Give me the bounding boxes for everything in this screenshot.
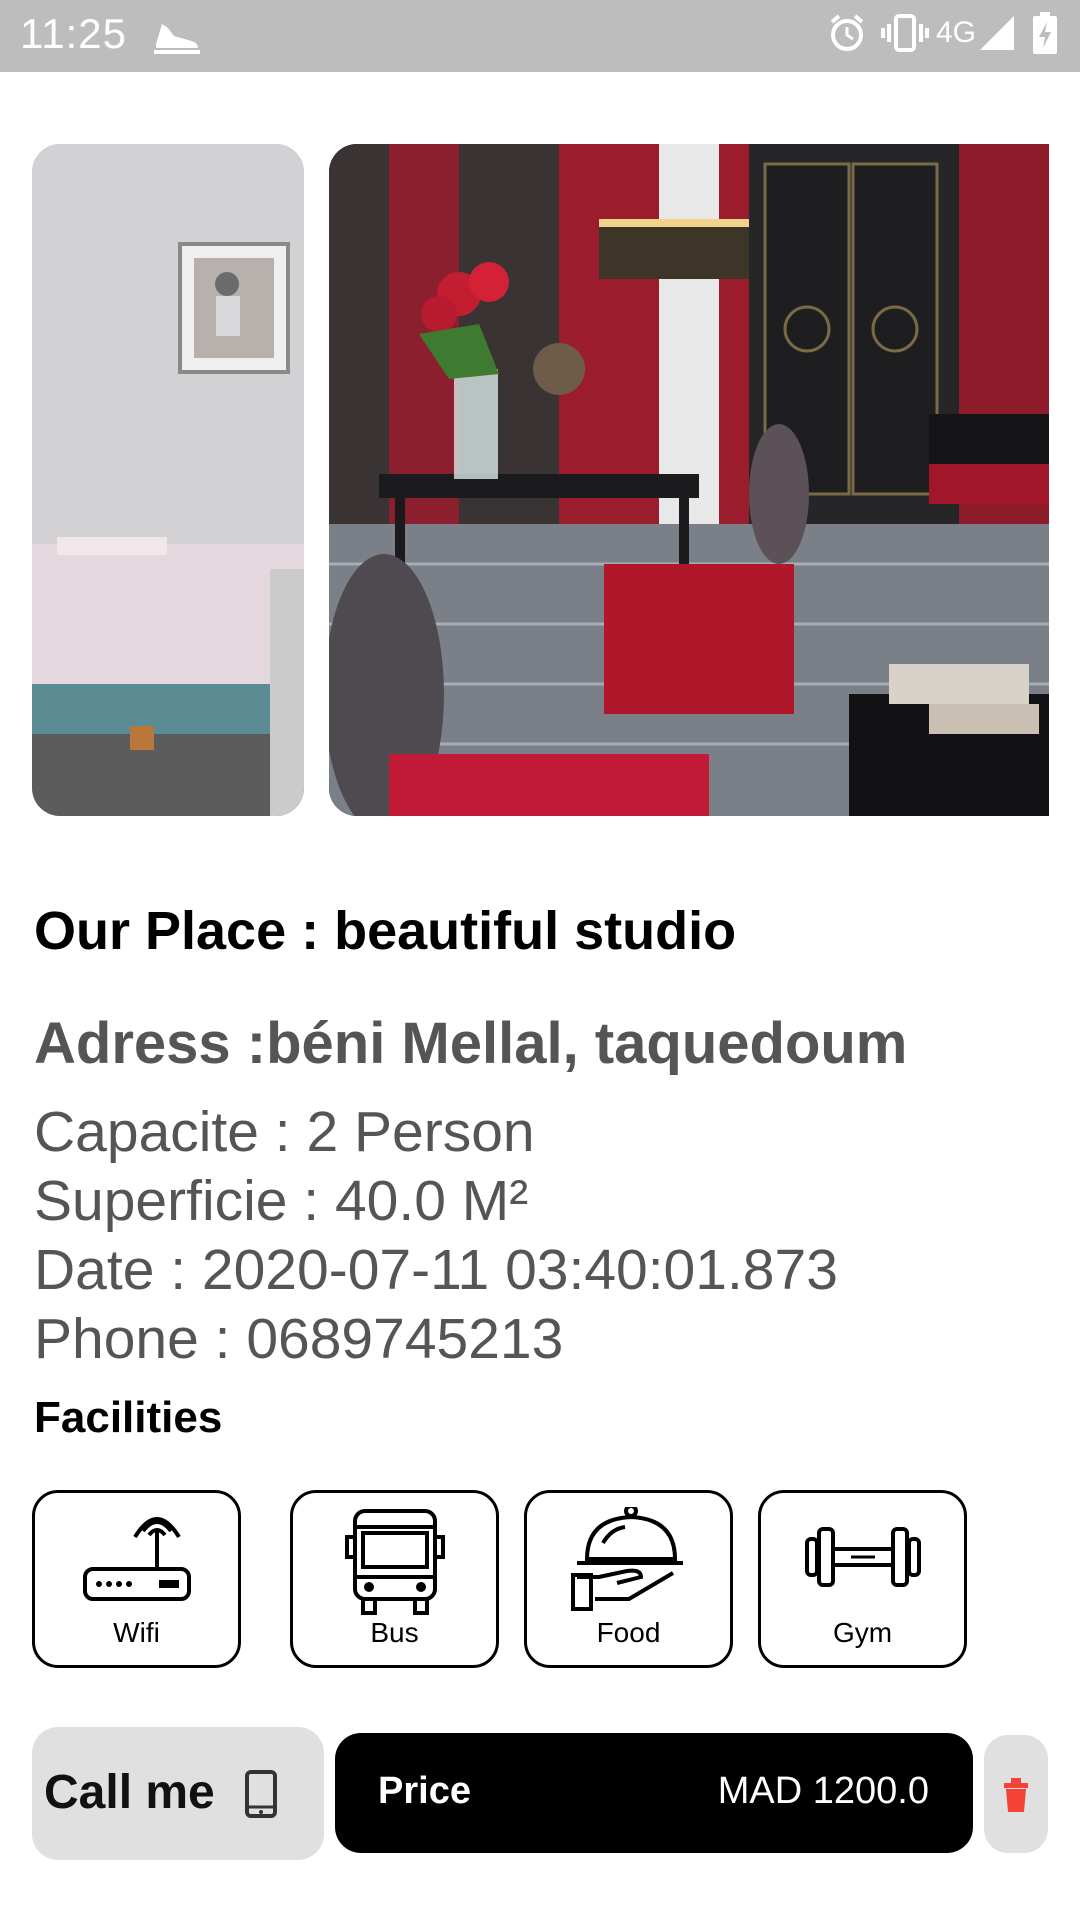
dumbbell-icon: [804, 1527, 921, 1587]
price-value: MAD 1200.0: [717, 1770, 929, 1812]
capacity-text: Capacite : 2 Person: [34, 1100, 535, 1164]
call-me-button[interactable]: Call me: [32, 1727, 324, 1860]
price-label: Price: [378, 1770, 471, 1812]
status-time: 11:25: [20, 10, 127, 57]
facility-wifi[interactable]: Wifi: [32, 1490, 241, 1668]
price-bar: Price MAD 1200.0: [335, 1733, 973, 1853]
call-me-label: Call me: [44, 1766, 215, 1819]
place-address: Adress :béni Mellal, taquedoum: [34, 1011, 908, 1076]
running-shoe-icon: [152, 14, 202, 61]
delete-button[interactable]: [984, 1735, 1048, 1853]
facility-gym[interactable]: Gym: [758, 1490, 967, 1668]
facility-label: Wifi: [113, 1617, 160, 1648]
facility-bus[interactable]: Bus: [290, 1490, 499, 1668]
place-title: Our Place : beautiful studio: [34, 901, 737, 961]
smartphone-icon: [245, 1770, 277, 1818]
vibrate-icon: [880, 12, 930, 59]
facility-label: Bus: [370, 1617, 419, 1648]
facility-label: Food: [596, 1617, 661, 1648]
hotel-room-bed-photo[interactable]: [32, 144, 304, 816]
alarm-icon: [826, 12, 868, 59]
date-text: Date : 2020-07-11 03:40:01.873: [34, 1238, 838, 1302]
phone-text: Phone : 0689745213: [34, 1307, 564, 1371]
facility-food[interactable]: Food: [524, 1490, 733, 1668]
photo-gallery[interactable]: [0, 144, 1080, 816]
bus-icon: [344, 1509, 445, 1615]
trash-icon: [1004, 1778, 1028, 1812]
food-cloche-icon: [570, 1507, 683, 1611]
place-info: Capacite : 2 Person Superficie : 40.0 M²…: [34, 1098, 838, 1374]
battery-charging-icon: [1032, 12, 1058, 61]
surface-text: Superficie : 40.0 M²: [34, 1169, 529, 1233]
network-label: 4G: [936, 16, 977, 49]
facilities-title: Facilities: [34, 1393, 223, 1442]
signal-icon: [978, 12, 1018, 59]
hotel-suite-red-chairs-photo[interactable]: [329, 144, 1049, 816]
wifi-router-icon: [82, 1517, 191, 1601]
status-bar: 11:25 4G: [0, 0, 1080, 72]
facility-label: Gym: [832, 1617, 893, 1648]
